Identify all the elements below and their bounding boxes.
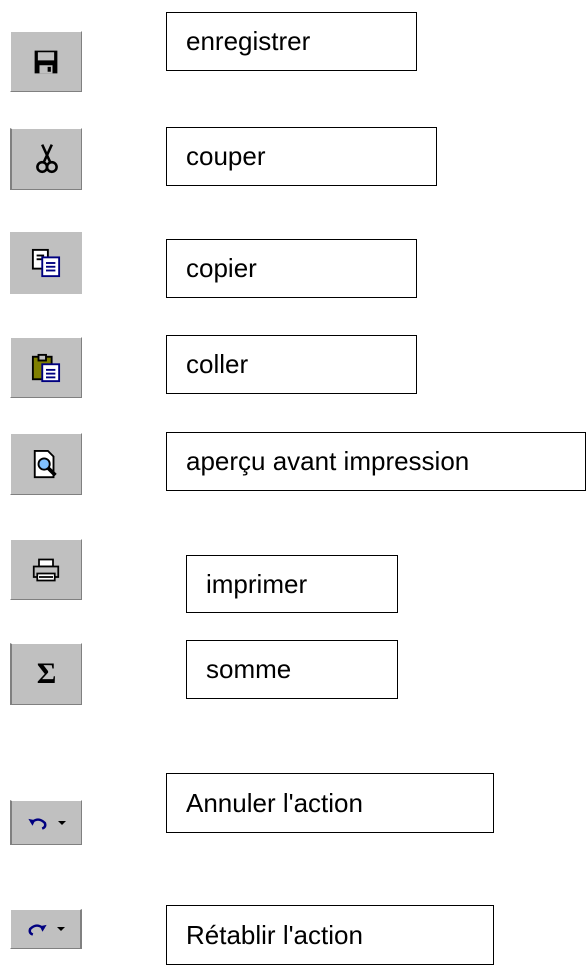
copy-label: copier: [166, 239, 417, 298]
undo-label: Annuler l'action: [166, 773, 494, 833]
paste-label: coller: [166, 335, 417, 394]
cut-button[interactable]: [10, 128, 82, 190]
save-label: enregistrer: [166, 12, 417, 71]
redo-button[interactable]: [10, 909, 82, 949]
undo-icon: [27, 817, 46, 830]
print-label: imprimer: [186, 555, 398, 613]
sum-label: somme: [186, 640, 398, 699]
save-button[interactable]: [10, 31, 82, 92]
paste-icon: [31, 353, 61, 382]
print-preview-button[interactable]: [10, 433, 82, 495]
undo-button[interactable]: [10, 800, 82, 845]
chevron-down-icon: [57, 820, 66, 825]
cut-label: couper: [166, 127, 437, 186]
redo-icon: [28, 924, 47, 936]
redo-label: Rétablir l'action: [166, 905, 494, 965]
print-preview-label: aperçu avant impression: [166, 432, 586, 491]
print-icon: [32, 558, 60, 581]
print-button[interactable]: [10, 539, 82, 600]
sum-icon: Σ: [36, 657, 57, 690]
chevron-down-icon: [56, 927, 65, 931]
cut-icon: [35, 144, 58, 174]
paste-button[interactable]: [10, 337, 82, 398]
sum-button[interactable]: Σ: [10, 643, 82, 705]
print-preview-icon: [33, 449, 57, 479]
save-icon: [34, 50, 58, 73]
copy-icon: [31, 248, 61, 278]
copy-button[interactable]: [10, 232, 82, 294]
